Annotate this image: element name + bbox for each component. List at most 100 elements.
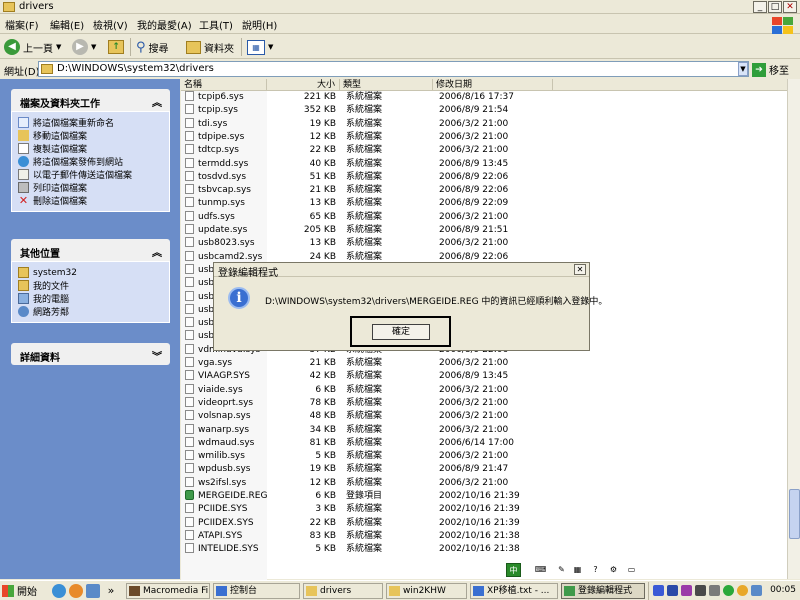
table-row[interactable]: viaide.sys 6 KB 系統檔案 2006/3/2 21:00: [181, 383, 800, 397]
table-row[interactable]: tdtcp.sys 22 KB 系統檔案 2006/3/2 21:00: [181, 144, 800, 157]
keyboard-icon[interactable]: ⌨: [533, 563, 548, 577]
tray-volume-icon[interactable]: [667, 585, 678, 596]
menu-edit[interactable]: 編輯(E): [50, 17, 84, 32]
table-row[interactable]: tdi.sys 19 KB 系統檔案 2006/3/2 21:00: [181, 117, 800, 131]
task-delete[interactable]: ✕ 刪除這個檔案: [18, 194, 163, 207]
tray-security-icon[interactable]: [723, 585, 734, 596]
vertical-scrollbar[interactable]: [787, 79, 800, 579]
tray-app-icon[interactable]: [681, 585, 692, 596]
table-row[interactable]: tsbvcap.sys 21 KB 系統檔案 2006/8/9 22:06: [181, 184, 800, 197]
media-icon[interactable]: [69, 584, 83, 598]
menu-file[interactable]: 檔案(F): [5, 17, 39, 32]
table-row[interactable]: volsnap.sys 48 KB 系統檔案 2006/3/2 21:00: [181, 410, 800, 423]
scrollbar-thumb[interactable]: [789, 489, 800, 539]
maximize-button[interactable]: □: [768, 1, 782, 13]
window-titlebar[interactable]: drivers _ □ ✕: [0, 0, 800, 14]
tray-app-icon[interactable]: [751, 585, 762, 596]
soft-keyboard-icon[interactable]: ▦: [570, 563, 585, 577]
menu-favorites[interactable]: 我的最愛(A): [137, 17, 192, 32]
tray-app-icon[interactable]: [695, 585, 706, 596]
file-tasks-header[interactable]: 檔案及資料夾工作 ︽: [11, 89, 170, 111]
explorer-icon[interactable]: [86, 584, 100, 598]
ie-icon[interactable]: [52, 584, 66, 598]
task-publish[interactable]: 將這個檔案發佈到網站: [18, 155, 163, 168]
table-row[interactable]: wmilib.sys 5 KB 系統檔案 2006/3/2 21:00: [181, 450, 800, 463]
search-button[interactable]: ⚲ 搜尋: [136, 38, 169, 56]
place-my-documents[interactable]: 我的文件: [18, 279, 163, 292]
table-row[interactable]: wdmaud.sys 81 KB 系統檔案 2006/6/14 17:00: [181, 436, 800, 450]
address-dropdown-button[interactable]: ▼: [738, 62, 748, 76]
table-row[interactable]: PCIIDEX.SYS 22 KB 系統檔案 2002/10/16 21:39: [181, 516, 800, 530]
table-row[interactable]: vga.sys 21 KB 系統檔案 2006/3/2 21:00: [181, 357, 800, 370]
start-button[interactable]: 開始: [2, 583, 37, 598]
task-email[interactable]: 以電子郵件傳送這個檔案: [18, 168, 163, 181]
table-row[interactable]: wpdusb.sys 19 KB 系統檔案 2006/8/9 21:47: [181, 463, 800, 476]
quicklaunch-overflow-icon[interactable]: »: [104, 584, 118, 598]
address-input[interactable]: D:\WINDOWS\system32\drivers: [38, 61, 749, 77]
ime-mode-button[interactable]: 中: [506, 563, 521, 577]
place-my-computer[interactable]: 我的電腦: [18, 292, 163, 305]
up-folder-button[interactable]: ↑: [108, 38, 124, 56]
taskbar-button[interactable]: drivers: [303, 583, 383, 599]
details-header[interactable]: 詳細資料 ︾: [11, 343, 170, 365]
taskbar-button[interactable]: win2KHW: [386, 583, 467, 599]
table-row[interactable]: PCIIDE.SYS 3 KB 系統檔案 2002/10/16 21:39: [181, 503, 800, 516]
minimize-bar-icon[interactable]: ▭: [624, 563, 639, 577]
table-row[interactable]: tosdvd.sys 51 KB 系統檔案 2006/8/9 22:06: [181, 170, 800, 184]
table-row[interactable]: MERGEIDE.REG 6 KB 登錄項目 2002/10/16 21:39: [181, 490, 800, 503]
table-row[interactable]: tunmp.sys 13 KB 系統檔案 2006/8/9 22:09: [181, 197, 800, 210]
tray-app-icon[interactable]: [737, 585, 748, 596]
place-system32[interactable]: system32: [18, 266, 163, 279]
place-network[interactable]: 網路芳鄰: [18, 305, 163, 318]
collapse-icon[interactable]: ︽: [152, 94, 162, 109]
go-button[interactable]: ➔ 移至: [752, 62, 789, 77]
table-row[interactable]: tcpip.sys 352 KB 系統檔案 2006/8/9 21:54: [181, 104, 800, 117]
tray-network-icon[interactable]: [653, 585, 664, 596]
table-row[interactable]: update.sys 205 KB 系統檔案 2006/8/9 21:51: [181, 224, 800, 237]
file-size: 12 KB: [309, 131, 336, 142]
folders-button[interactable]: 資料夾: [186, 38, 234, 56]
taskbar-button[interactable]: 登錄編輯程式: [561, 583, 645, 599]
other-places-header[interactable]: 其他位置 ︽: [11, 239, 170, 261]
task-print[interactable]: 列印這個檔案: [18, 181, 163, 194]
column-type[interactable]: 類型: [340, 79, 433, 91]
help-icon[interactable]: ?: [588, 563, 603, 577]
forward-button[interactable]: ▶ ▼: [72, 38, 96, 56]
table-row[interactable]: ATAPI.SYS 83 KB 系統檔案 2002/10/16 21:38: [181, 529, 800, 543]
table-row[interactable]: usb8023.sys 13 KB 系統檔案 2006/3/2 21:00: [181, 237, 800, 250]
tray-app-icon[interactable]: [709, 585, 720, 596]
table-row[interactable]: termdd.sys 40 KB 系統檔案 2006/8/9 13:45: [181, 157, 800, 171]
settings-icon[interactable]: ⚙: [606, 563, 621, 577]
expand-icon[interactable]: ︾: [152, 348, 162, 363]
dialog-close-button[interactable]: ✕: [574, 264, 586, 275]
taskbar-button[interactable]: 控制台: [213, 583, 300, 599]
table-row[interactable]: INTELIDE.SYS 5 KB 系統檔案 2002/10/16 21:38: [181, 543, 800, 556]
menu-view[interactable]: 檢視(V): [93, 17, 128, 32]
ok-button[interactable]: 確定: [372, 324, 430, 340]
column-size[interactable]: 大小: [267, 79, 340, 91]
dialog-titlebar[interactable]: 登錄編輯程式 ✕: [214, 263, 589, 279]
table-row[interactable]: wanarp.sys 34 KB 系統檔案 2006/3/2 21:00: [181, 423, 800, 437]
clock[interactable]: 00:05: [770, 585, 796, 595]
table-row[interactable]: videoprt.sys 78 KB 系統檔案 2006/3/2 21:00: [181, 396, 800, 410]
table-row[interactable]: tdpipe.sys 12 KB 系統檔案 2006/3/2 21:00: [181, 130, 800, 144]
taskbar-button[interactable]: Macromedia Fi...: [126, 583, 210, 599]
back-button[interactable]: ◀ 上一頁 ▼: [4, 38, 61, 56]
task-rename[interactable]: 將這個檔案重新命名: [18, 116, 163, 129]
task-copy[interactable]: 複製這個檔案: [18, 142, 163, 155]
close-button[interactable]: ✕: [783, 1, 797, 13]
views-button[interactable]: ▦ ▼: [247, 38, 273, 56]
taskbar-button[interactable]: XP移植.txt - ...: [470, 583, 558, 599]
task-move[interactable]: 移動這個檔案: [18, 129, 163, 142]
menu-help[interactable]: 說明(H): [242, 17, 277, 32]
table-row[interactable]: VIAAGP.SYS 42 KB 系統檔案 2006/8/9 13:45: [181, 370, 800, 383]
pen-icon[interactable]: ✎: [554, 563, 569, 577]
table-row[interactable]: udfs.sys 65 KB 系統檔案 2006/3/2 21:00: [181, 210, 800, 224]
menu-tools[interactable]: 工具(T): [199, 17, 233, 32]
table-row[interactable]: ws2ifsl.sys 12 KB 系統檔案 2006/3/2 21:00: [181, 476, 800, 490]
collapse-icon[interactable]: ︽: [152, 244, 162, 259]
table-row[interactable]: tcpip6.sys 221 KB 系統檔案 2006/8/16 17:37: [181, 91, 800, 104]
column-date[interactable]: 修改日期: [433, 79, 553, 91]
minimize-button[interactable]: _: [753, 1, 767, 13]
column-name[interactable]: 名稱: [181, 79, 267, 91]
